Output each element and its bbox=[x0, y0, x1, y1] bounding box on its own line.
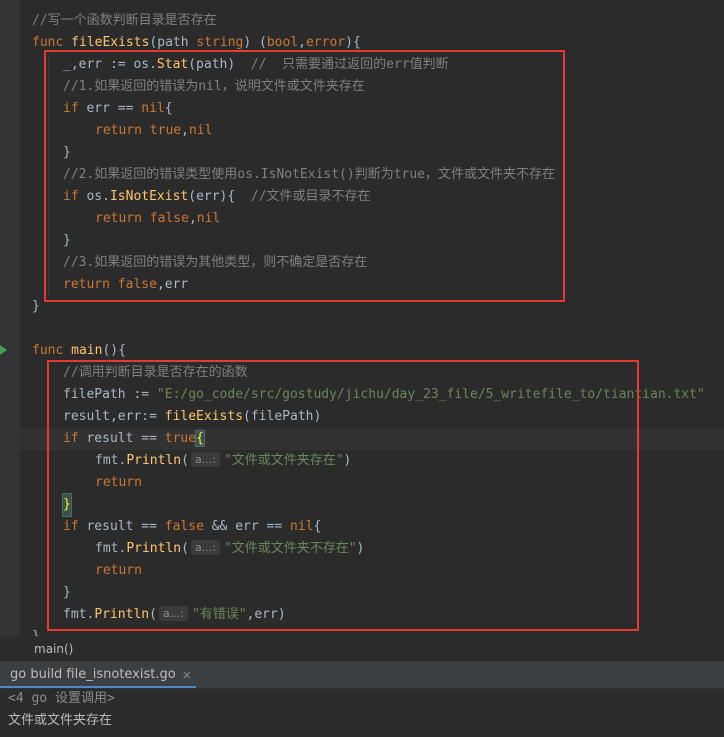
code-line: //调用判断目录是否存在的函数 bbox=[63, 365, 248, 380]
breadcrumb-item[interactable]: main() bbox=[34, 642, 73, 656]
run-tab-label: go build file_isnotexist.go bbox=[10, 667, 176, 682]
code-line: return false,err bbox=[63, 277, 189, 292]
code-line: //2.如果返回的错误类型使用os.IsNotExist()判断为true，文件… bbox=[63, 167, 556, 182]
code-line: } bbox=[63, 585, 71, 600]
code-line: //1.如果返回的错误为nil，说明文件或文件夹存在 bbox=[63, 79, 365, 94]
code-line: fmt.Println(a...: "文件或文件夹存在") bbox=[95, 452, 352, 468]
code-line: func main(){ bbox=[32, 343, 126, 358]
run-tab[interactable]: go build file_isnotexist.go × bbox=[0, 661, 196, 688]
code-line: //3.如果返回的错误为其他类型，则不确定是否存在 bbox=[63, 255, 368, 270]
console-output: 文件或文件夹存在 bbox=[8, 713, 113, 728]
code-line: filePath := "E:/go_code/src/gostudy/jich… bbox=[63, 387, 705, 402]
code-line: fmt.Println(a...: "文件或文件夹不存在") bbox=[95, 540, 365, 556]
function-name: main bbox=[71, 343, 103, 358]
code-editor[interactable]: //写一个函数判断目录是否存在 func fileExists(path str… bbox=[0, 0, 724, 636]
run-console[interactable]: <4 go 设置调用> 文件或文件夹存在 bbox=[0, 689, 724, 737]
code-line: if os.IsNotExist(err){ //文件或目录不存在 bbox=[63, 189, 371, 204]
code-line: } bbox=[0, 626, 40, 636]
code-line: //写一个函数判断目录是否存在 bbox=[32, 13, 217, 28]
code-line: _,err := os.Stat(path) // 只需要通过返回的err值判断 bbox=[63, 57, 449, 72]
code-line: if result == true{ bbox=[63, 430, 205, 447]
code-line: return bbox=[95, 475, 142, 490]
console-line: <4 go 设置调用> bbox=[8, 691, 115, 706]
code-line: } bbox=[0, 493, 72, 517]
code-line: } bbox=[63, 233, 71, 248]
code-line: if err == nil{ bbox=[63, 101, 173, 116]
code-line: return true,nil bbox=[95, 123, 213, 138]
function-name: fileExists bbox=[71, 35, 150, 50]
code-line: if result == false && err == nil{ bbox=[63, 519, 322, 534]
code-line: result,err:= fileExists(filePath) bbox=[63, 409, 322, 424]
active-tab-indicator bbox=[0, 686, 196, 688]
annotation-box bbox=[47, 360, 639, 631]
annotation-box bbox=[44, 50, 565, 302]
code-line: } bbox=[63, 145, 71, 160]
code-line: } bbox=[32, 299, 40, 314]
run-panel-tabs: go build file_isnotexist.go × bbox=[0, 661, 724, 689]
code-line: return bbox=[95, 563, 142, 578]
close-icon[interactable]: × bbox=[182, 668, 192, 682]
code-line: func fileExists(path string) (bool,error… bbox=[32, 35, 361, 50]
breadcrumb[interactable]: main() bbox=[0, 636, 724, 662]
code-line: fmt.Println(a...: "有错误",err) bbox=[63, 606, 286, 622]
code-line: return false,nil bbox=[95, 211, 221, 226]
